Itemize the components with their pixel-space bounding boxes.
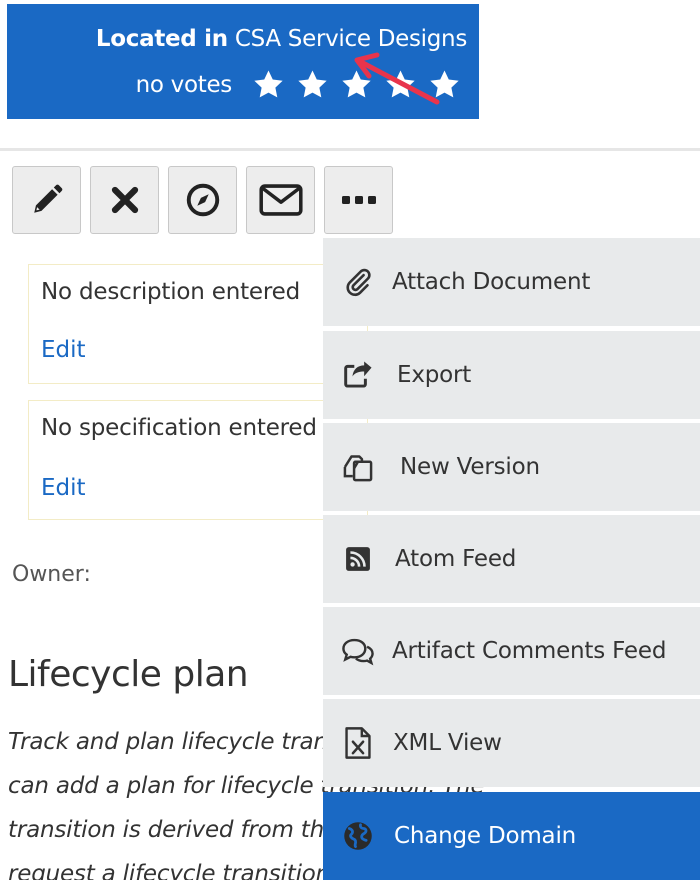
more-button[interactable] <box>324 166 393 234</box>
menu-item-xml-view[interactable]: XML View <box>323 699 700 787</box>
located-label: Located in <box>95 26 228 52</box>
artifact-toolbar <box>12 166 393 234</box>
edit-description-link[interactable]: Edit <box>41 337 86 363</box>
xml-file-icon <box>341 726 375 760</box>
menu-item-label: New Version <box>400 454 540 480</box>
compass-icon <box>186 183 219 217</box>
star-icon-2[interactable] <box>296 68 329 101</box>
star-icon-1[interactable] <box>252 68 285 101</box>
menu-item-new-version[interactable]: New Version <box>323 423 700 511</box>
envelope-icon <box>258 184 303 216</box>
location-banner: Located in CSA Service Designs no votes <box>7 4 479 119</box>
menu-item-label: XML View <box>393 730 502 756</box>
menu-item-label: Artifact Comments Feed <box>392 638 667 664</box>
star-icon-3[interactable] <box>340 68 373 101</box>
edit-specification-link[interactable]: Edit <box>41 475 86 501</box>
menu-item-change-domain[interactable]: Change Domain <box>323 792 700 880</box>
menu-item-export[interactable]: Export <box>323 331 700 419</box>
paperclip-icon <box>341 265 375 299</box>
menu-item-artifact-comments-feed[interactable]: Artifact Comments Feed <box>323 607 700 695</box>
star-icon-5[interactable] <box>428 68 461 101</box>
pencil-icon <box>33 184 62 213</box>
specification-text: No specification entered <box>41 415 317 441</box>
star-icon-4[interactable] <box>384 68 417 101</box>
ellipsis-icon <box>341 196 376 204</box>
description-text: No description entered <box>41 279 300 305</box>
votes-label: no votes <box>135 71 233 98</box>
share-icon <box>341 358 375 392</box>
rating-stars <box>252 68 461 101</box>
menu-item-label: Atom Feed <box>395 546 517 572</box>
navigate-button[interactable] <box>168 166 237 234</box>
menu-item-attach-document[interactable]: Attach Document <box>323 238 700 326</box>
lifecycle-description-line: Track and plan lifecycle transitions. Yo… <box>8 729 455 755</box>
edit-button[interactable] <box>12 166 81 234</box>
lifecycle-description-line: transition is derived from the lifecycle… <box>8 817 540 843</box>
menu-item-label: Export <box>397 362 472 388</box>
section-divider <box>0 148 700 151</box>
lifecycle-heading: Lifecycle plan <box>8 654 249 695</box>
lifecycle-description: Track and plan lifecycle transitions. Yo… <box>8 720 540 880</box>
owner-label: Owner: <box>12 562 91 587</box>
more-actions-menu: Attach Document Export New Version Atom … <box>323 238 700 880</box>
specification-panel: No specification entered Edit <box>28 400 368 520</box>
comments-icon <box>341 634 375 668</box>
copy-icon <box>341 450 375 484</box>
menu-item-label: Attach Document <box>392 269 591 295</box>
lifecycle-description-line: can add a plan for lifecycle transition.… <box>8 773 485 799</box>
close-icon <box>111 186 138 214</box>
location-link[interactable]: CSA Service Designs <box>235 26 467 52</box>
menu-item-atom-feed[interactable]: Atom Feed <box>323 515 700 603</box>
delete-button[interactable] <box>90 166 159 234</box>
rating-line: no votes <box>136 68 461 101</box>
rss-icon <box>341 542 375 576</box>
menu-item-label: Change Domain <box>394 823 577 849</box>
location-line: Located in CSA Service Designs <box>96 26 467 52</box>
description-panel: No description entered Edit <box>28 264 368 384</box>
globe-icon <box>341 819 375 853</box>
email-button[interactable] <box>246 166 315 234</box>
lifecycle-description-line: request a lifecycle transition. <box>8 861 338 880</box>
